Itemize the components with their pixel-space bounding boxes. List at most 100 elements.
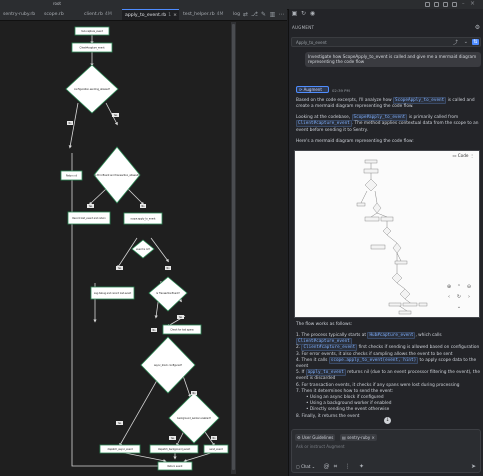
flow-node-label: Record lost_event and return bbox=[72, 217, 106, 220]
flow-intro: The flow works as follows: bbox=[296, 322, 353, 327]
attach-icon[interactable]: ⌗ bbox=[332, 463, 339, 470]
tab-scope[interactable]: scope.rb bbox=[44, 9, 64, 20]
tab-label: client.rb bbox=[84, 12, 103, 17]
agent-name: Augment bbox=[303, 87, 322, 92]
pan-left-icon[interactable]: ‹ bbox=[446, 294, 452, 300]
inline-code: Client#capture_event bbox=[296, 120, 352, 128]
zoom-out-icon[interactable]: ⊖ bbox=[466, 284, 472, 290]
response-paragraph-1: Based on the code excerpts, I'll analyze… bbox=[296, 97, 480, 111]
chip-label: sentry-ruby bbox=[347, 435, 371, 440]
remove-chip-icon[interactable]: × bbox=[371, 435, 374, 440]
user-message: Investigate how ScopeApply_to_event is c… bbox=[305, 52, 481, 67]
inline-code: Client#capture_event bbox=[301, 344, 358, 352]
flowchart: hub.capture_event Client#capture_event c… bbox=[60, 26, 229, 471]
chat-mode-label: Chat bbox=[301, 464, 311, 469]
tab-marker: 1 bbox=[168, 13, 172, 18]
flow-node-label: Client#capture_event bbox=[79, 47, 104, 50]
share-icon[interactable]: ⤴ bbox=[453, 39, 458, 46]
close-window-icon[interactable]: × bbox=[470, 0, 475, 7]
tab-sentry-ruby[interactable]: sentry-ruby.rb bbox=[3, 9, 35, 20]
guidelines-chip[interactable]: ⚙ User Guidelines bbox=[295, 434, 336, 441]
text: Using an async block if configured bbox=[309, 395, 384, 401]
minimize-icon[interactable]: – bbox=[462, 1, 465, 7]
split-editor-icon[interactable]: ▥ bbox=[269, 11, 276, 18]
flow-node-label: Return nil bbox=[66, 175, 77, 178]
flow-node-label: background_worker enabled? bbox=[177, 417, 212, 420]
inline-code: ScopeApply_to_event bbox=[393, 97, 447, 104]
text: For error events, it also checks if samp… bbox=[301, 351, 453, 357]
window-title: root bbox=[52, 1, 62, 6]
chevron-down-icon: ⌄ bbox=[311, 464, 316, 469]
tab-log[interactable]: log bbox=[233, 9, 240, 20]
context-search[interactable]: Apply_to_event ⤴ ⌄ ⇅ bbox=[291, 37, 481, 47]
editor-tab-bar: sentry-ruby.rb scope.rb client.rb 4M appl… bbox=[0, 9, 287, 21]
settings-icon[interactable]: ⚙ bbox=[474, 24, 481, 31]
tab-label: sentry-ruby.rb bbox=[3, 12, 36, 17]
account-icon[interactable]: ◉ bbox=[309, 10, 316, 17]
flow-node-label: event is nil? bbox=[136, 248, 151, 251]
sidebar-toggle-icon[interactable] bbox=[434, 2, 439, 7]
image-icon[interactable]: ▣ bbox=[291, 10, 298, 17]
pan-right-icon[interactable]: › bbox=[466, 294, 472, 300]
compare-icon[interactable]: ⇄ bbox=[242, 11, 249, 18]
panel-header: AUGMENT bbox=[292, 25, 315, 30]
more-actions-icon[interactable]: ⋯ bbox=[278, 11, 285, 18]
history-icon[interactable]: ↻ bbox=[300, 10, 307, 17]
more-icon[interactable]: ⋮ bbox=[470, 153, 474, 158]
mention-icon[interactable]: @ bbox=[323, 463, 330, 470]
text: If bbox=[301, 370, 306, 376]
code-toggle-button[interactable]: ▭ Code ⋮ bbox=[452, 153, 474, 158]
chevron-down-icon[interactable]: ⌄ bbox=[464, 39, 468, 45]
send-icon[interactable]: ➤ bbox=[470, 463, 477, 470]
zoom-in-icon[interactable]: ⊕ bbox=[446, 284, 452, 290]
flow-node-label: Log debug and record lost event bbox=[94, 292, 131, 295]
editor-scroll-thumb[interactable] bbox=[232, 24, 235, 470]
layout-icon[interactable] bbox=[425, 2, 430, 7]
split-icon[interactable] bbox=[452, 2, 457, 7]
chat-icon: ▢ bbox=[296, 464, 300, 469]
more-options-icon[interactable]: ⋮ bbox=[344, 463, 351, 470]
mini-flowchart bbox=[356, 159, 428, 315]
edit-icon[interactable]: ✎ bbox=[260, 11, 267, 18]
pan-up-icon[interactable]: ⌃ bbox=[456, 284, 462, 290]
panel-toggle-icon[interactable] bbox=[443, 2, 448, 7]
flow-step: 5. If apply_to_event returns nil (due to… bbox=[296, 369, 480, 382]
close-tab-icon[interactable]: × bbox=[173, 13, 177, 18]
send-context-button[interactable]: ⇅ bbox=[472, 39, 479, 45]
tab-label: apply_to_event.rb bbox=[125, 13, 167, 18]
message-time: 02:39 PM bbox=[332, 88, 350, 93]
text: Then it calls bbox=[301, 357, 329, 363]
text: Finally, it returns the event bbox=[301, 413, 360, 419]
source-control-icon[interactable]: ⎇ bbox=[251, 11, 258, 18]
text: Based on the code excerpts, I'll analyze… bbox=[296, 98, 392, 103]
flow-steps-list: 1. The process typically starts at Hub#c… bbox=[296, 332, 480, 420]
inline-code: Scope#apply_to_event bbox=[351, 114, 408, 121]
scroll-down-icon[interactable]: ↓ bbox=[384, 417, 391, 424]
tab-test-helper[interactable]: test_helper.rb 4M bbox=[183, 9, 224, 20]
reset-view-icon[interactable]: ↻ bbox=[456, 294, 462, 300]
tab-apply-to-event[interactable]: apply_to_event.rb 1 × bbox=[122, 9, 179, 20]
text: first checks if sending is allowed based… bbox=[357, 345, 480, 351]
response-paragraph-3: Here's a mermaid diagram representing th… bbox=[296, 139, 414, 144]
flow-node-label: Return event bbox=[168, 465, 183, 468]
flow-node-label: configuration.sending_allowed? bbox=[74, 88, 111, 91]
chat-input-placeholder[interactable]: Ask or instruct Augment bbox=[296, 444, 345, 449]
repo-chip[interactable]: ▤ sentry-ruby × bbox=[340, 434, 377, 441]
inline-code: Hub#capture_event bbox=[367, 332, 416, 339]
tab-client[interactable]: client.rb 4M bbox=[84, 9, 112, 20]
chat-mode-dropdown[interactable]: ▢ Chat ⌄ bbox=[296, 464, 315, 469]
text: Looking at the codebase, bbox=[296, 115, 351, 120]
text: Then it determines how to send the event… bbox=[301, 388, 394, 394]
context-search-value: Apply_to_event bbox=[296, 40, 327, 45]
enhance-prompt-icon[interactable]: ✦ bbox=[358, 463, 365, 470]
guidelines-icon: ⚙ bbox=[297, 435, 301, 440]
text: Using a background worker if enabled bbox=[309, 401, 392, 407]
flow-node-label: send_event bbox=[209, 448, 222, 451]
code-icon: ▭ bbox=[452, 153, 457, 158]
pan-down-icon[interactable]: ⌄ bbox=[456, 304, 462, 310]
text: is primarily called from bbox=[408, 115, 459, 120]
tab-marker: 4M bbox=[104, 12, 112, 17]
chip-label: User Guidelines bbox=[301, 435, 334, 440]
augment-logo-icon: ⟳ bbox=[299, 87, 303, 92]
flow-node-label: async_block configured? bbox=[154, 364, 183, 367]
